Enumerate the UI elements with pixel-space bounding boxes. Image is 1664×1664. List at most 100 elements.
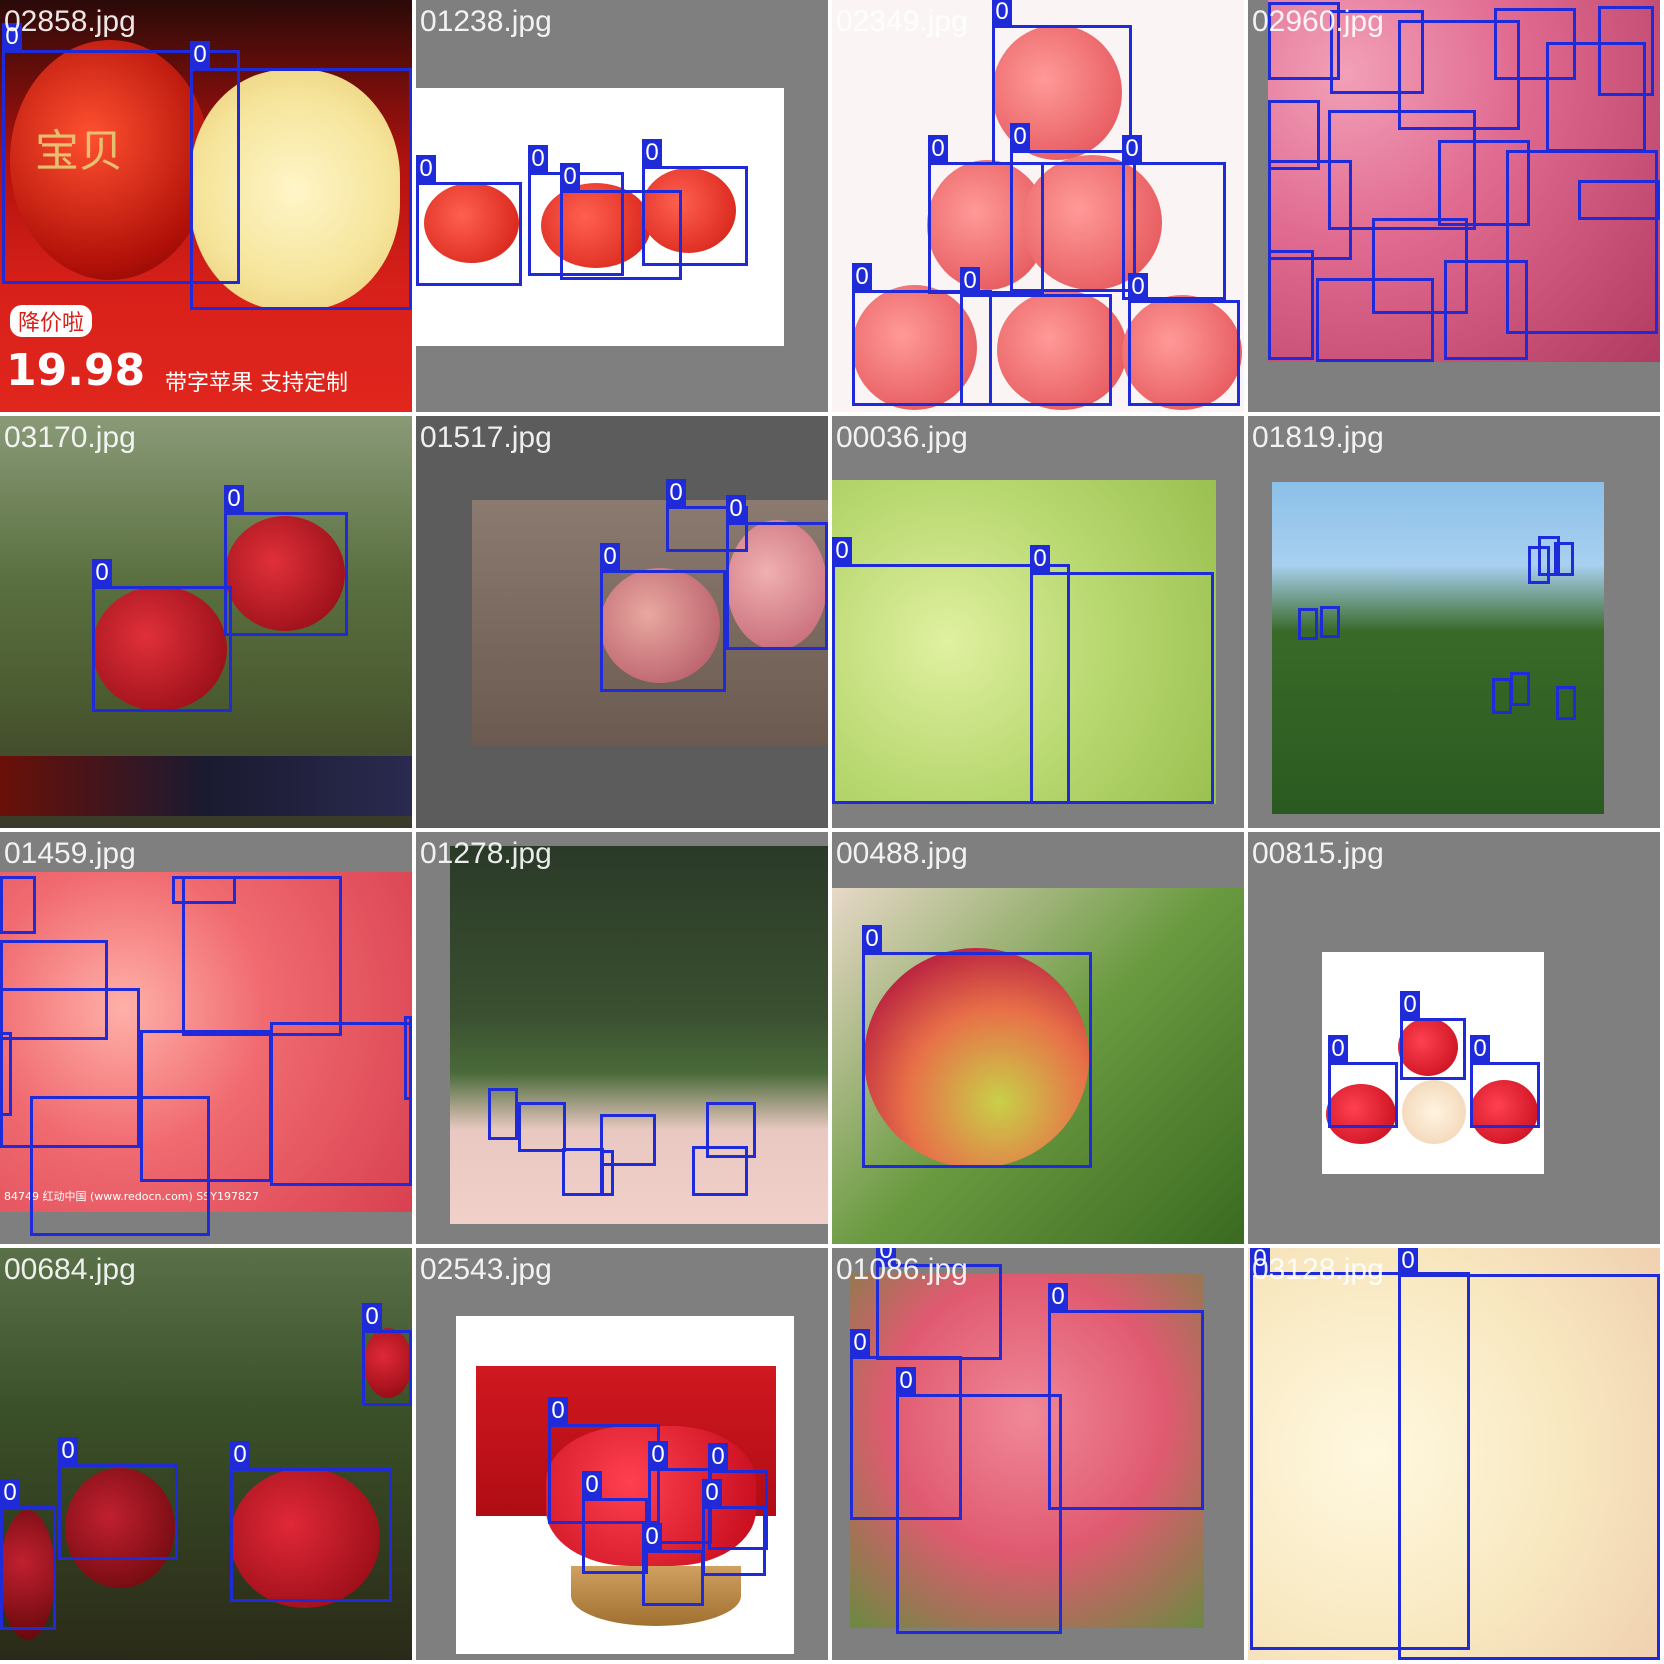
class-label: 0 bbox=[190, 41, 210, 69]
detection-box bbox=[1578, 180, 1660, 220]
class-label: 0 bbox=[648, 1441, 668, 1469]
class-label: 0 bbox=[92, 559, 112, 587]
image-filename: 00684.jpg bbox=[4, 1253, 136, 1286]
detection-results-grid: 宝贝 降价啦 19.98 带字苹果 支持定制 0 0 02858.jpg 0 0… bbox=[0, 0, 1664, 1664]
tile-00036: 0 0 00036.jpg bbox=[832, 416, 1244, 828]
detection-box: 0 bbox=[0, 1479, 56, 1630]
detection-box: 0 bbox=[1128, 273, 1240, 406]
class-label: 0 bbox=[1030, 545, 1050, 573]
detection-box: 0 bbox=[642, 1523, 704, 1606]
class-label: 0 bbox=[896, 1367, 916, 1395]
detection-box: 0 bbox=[1328, 1035, 1398, 1128]
detection-box bbox=[1444, 260, 1528, 360]
apple-photo bbox=[1272, 482, 1604, 814]
detection-box bbox=[1320, 606, 1340, 638]
detection-box: 0 bbox=[190, 41, 412, 310]
detection-box: 0 bbox=[600, 543, 726, 692]
detection-box: 0 bbox=[862, 925, 1092, 1168]
detection-box bbox=[1298, 608, 1318, 640]
class-label: 0 bbox=[0, 1479, 20, 1507]
class-label: 0 bbox=[1400, 991, 1420, 1019]
detection-box bbox=[600, 1150, 614, 1196]
detection-box: 0 bbox=[362, 1303, 412, 1406]
detection-box bbox=[1492, 678, 1512, 714]
image-filename: 02858.jpg bbox=[4, 5, 136, 38]
class-label: 0 bbox=[642, 1523, 662, 1551]
detection-box: 0 bbox=[642, 139, 748, 266]
class-label: 0 bbox=[832, 537, 852, 565]
detection-box bbox=[518, 1102, 566, 1152]
class-label: 0 bbox=[862, 925, 882, 953]
image-filename: 02543.jpg bbox=[420, 1253, 552, 1286]
class-label: 0 bbox=[1328, 1035, 1348, 1063]
class-label: 0 bbox=[1010, 123, 1030, 151]
detection-box bbox=[1556, 686, 1576, 720]
image-filename: 01238.jpg bbox=[420, 5, 552, 38]
class-label: 0 bbox=[726, 495, 746, 523]
tile-01238: 0 0 0 0 01238.jpg bbox=[416, 0, 828, 412]
class-label: 0 bbox=[666, 479, 686, 507]
detection-box bbox=[0, 876, 36, 934]
image-filename: 01459.jpg bbox=[4, 837, 136, 870]
detection-box bbox=[1268, 250, 1314, 360]
detection-box: 0 bbox=[896, 1367, 1062, 1634]
detection-box: 0 bbox=[92, 559, 232, 712]
class-label: 0 bbox=[230, 1441, 250, 1469]
detection-box bbox=[562, 1148, 604, 1196]
price-text: 19.98 bbox=[6, 345, 146, 396]
image-filename: 03170.jpg bbox=[4, 421, 136, 454]
class-label: 0 bbox=[1398, 1248, 1418, 1275]
detection-box bbox=[488, 1088, 518, 1140]
class-label: 0 bbox=[928, 135, 948, 163]
detection-box bbox=[1598, 6, 1654, 96]
detection-box bbox=[1528, 546, 1550, 584]
tile-02960: 02960.jpg bbox=[1248, 0, 1660, 412]
tile-00488: 0 00488.jpg bbox=[832, 832, 1244, 1244]
class-label: 0 bbox=[992, 0, 1012, 26]
image-filename: 01086.jpg bbox=[836, 1253, 968, 1286]
class-label: 0 bbox=[1048, 1283, 1068, 1311]
detection-box bbox=[1316, 278, 1434, 362]
tile-01086: 0 0 0 0 01086.jpg bbox=[832, 1248, 1244, 1660]
apple-photo bbox=[450, 846, 828, 1224]
promo-text: 带字苹果 支持定制 bbox=[165, 371, 348, 396]
detection-box: 0 bbox=[1030, 545, 1214, 804]
class-label: 0 bbox=[58, 1437, 78, 1465]
image-filename: 00036.jpg bbox=[836, 421, 968, 454]
class-label: 0 bbox=[362, 1303, 382, 1331]
tile-00684: 0 0 0 0 00684.jpg bbox=[0, 1248, 412, 1660]
detection-box: 0 bbox=[1048, 1283, 1204, 1510]
detection-box: 0 bbox=[726, 495, 828, 650]
tile-01278: 01278.jpg bbox=[416, 832, 828, 1244]
tile-01517: 0 0 0 01517.jpg bbox=[416, 416, 828, 828]
tile-01459: 84749 红动中国 (www.redocn.com) SSY197827 01… bbox=[0, 832, 412, 1244]
class-label: 0 bbox=[582, 1471, 602, 1499]
tile-02858: 宝贝 降价啦 19.98 带字苹果 支持定制 0 0 02858.jpg bbox=[0, 0, 412, 412]
detection-box: 0 bbox=[1400, 991, 1466, 1080]
class-label: 0 bbox=[1122, 135, 1142, 163]
class-label: 0 bbox=[642, 139, 662, 167]
detection-box bbox=[30, 1096, 210, 1236]
class-label: 0 bbox=[960, 267, 980, 295]
class-label: 0 bbox=[548, 1397, 568, 1425]
detection-box bbox=[1510, 672, 1530, 706]
image-filename: 02349.jpg bbox=[836, 5, 968, 38]
class-label: 0 bbox=[416, 155, 436, 183]
class-label: 0 bbox=[1128, 273, 1148, 301]
detection-box: 0 bbox=[960, 267, 1112, 406]
detection-box bbox=[1506, 150, 1658, 334]
image-filename: 01278.jpg bbox=[420, 837, 552, 870]
image-filename: 00815.jpg bbox=[1252, 837, 1384, 870]
image-filename: 02960.jpg bbox=[1252, 5, 1384, 38]
class-label: 0 bbox=[708, 1443, 728, 1471]
detection-box: 0 bbox=[1470, 1035, 1540, 1128]
detection-box bbox=[182, 876, 342, 1036]
detection-box bbox=[270, 1022, 412, 1186]
detection-box: 0 bbox=[230, 1441, 392, 1602]
detection-box bbox=[404, 1016, 412, 1100]
detection-box bbox=[1554, 542, 1574, 576]
detection-box: 0 bbox=[1398, 1248, 1660, 1660]
detection-box: 0 bbox=[1010, 123, 1136, 292]
tile-03170: 0 0 03170.jpg bbox=[0, 416, 412, 828]
class-label: 0 bbox=[1470, 1035, 1490, 1063]
